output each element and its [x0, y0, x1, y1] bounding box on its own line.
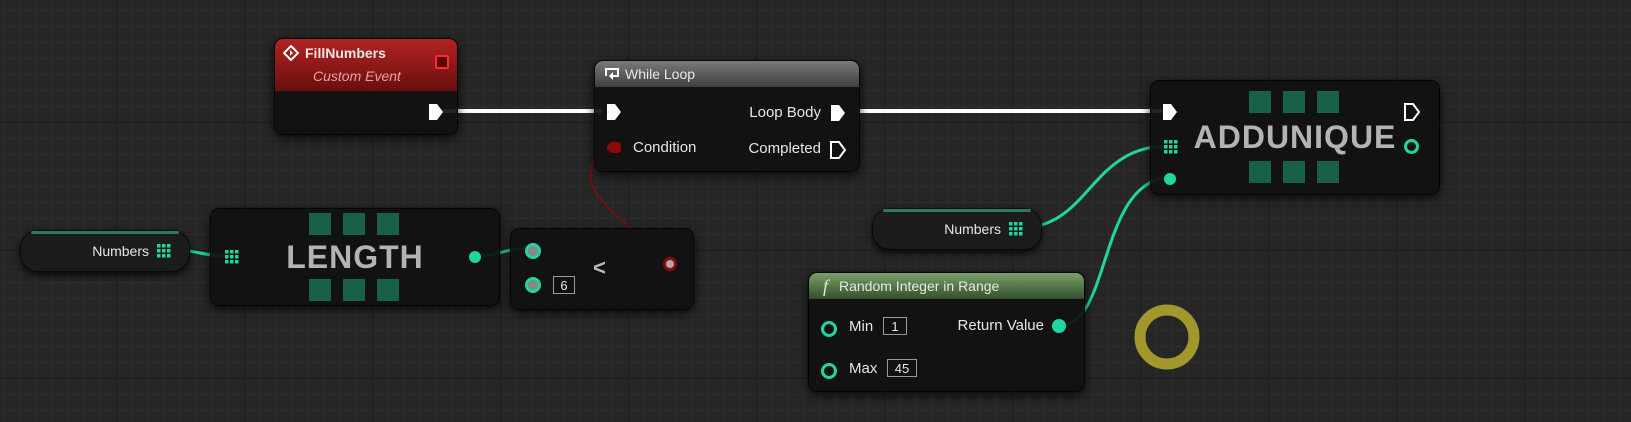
event-header: FillNumbers Custom Event [275, 39, 457, 91]
length-deco-bottom [309, 279, 399, 301]
min-in-pin[interactable] [821, 321, 837, 337]
loop-body-exec-out-pin[interactable] [829, 104, 847, 122]
length-array-in-pin[interactable] [225, 250, 239, 264]
random-integer-header: f Random Integer in Range [809, 273, 1084, 299]
addunique-item-in-pin[interactable] [1164, 173, 1176, 185]
less-operator-label: < [593, 255, 606, 280]
numbers-variable-get-right[interactable]: Numbers [872, 208, 1042, 250]
min-value-field[interactable]: 1 [883, 317, 907, 335]
length-title: LENGTH [286, 239, 424, 275]
random-integer-node[interactable]: f Random Integer in Range Min 1 Max 45 R… [808, 272, 1085, 392]
condition-pin[interactable] [607, 142, 621, 153]
return-value-label: Return Value [957, 317, 1044, 334]
numbers-variable-label: Numbers [92, 243, 149, 259]
addunique-exec-in-pin[interactable] [1161, 103, 1179, 121]
max-value-field[interactable]: 45 [887, 359, 917, 377]
addunique-title: ADDUNIQUE [1193, 119, 1397, 155]
while-loop-node[interactable]: While Loop Condition Loop Body Completed [594, 60, 860, 172]
less-than-node[interactable]: 6 < [510, 228, 694, 310]
fillnumbers-event-node[interactable]: FillNumbers Custom Event [274, 38, 458, 135]
addunique-exec-out-pin[interactable] [1403, 103, 1421, 121]
max-label: Max [849, 360, 878, 377]
event-title: FillNumbers [305, 45, 386, 61]
loop-body-label: Loop Body [749, 104, 821, 121]
numbers-variable-get-left[interactable]: Numbers [20, 230, 190, 272]
event-subtitle: Custom Event [313, 68, 401, 84]
numbers-variable-right-label: Numbers [944, 221, 1001, 237]
addunique-int-out-pin[interactable] [1404, 139, 1419, 154]
length-node[interactable]: LENGTH [210, 208, 500, 306]
less-bool-out-pin[interactable] [663, 257, 677, 271]
while-loop-title: While Loop [625, 66, 696, 82]
array-grid-icon[interactable] [1009, 222, 1023, 236]
max-in-pin[interactable] [821, 363, 837, 379]
addunique-node[interactable]: ADDUNIQUE [1150, 80, 1440, 195]
reroute-highlight[interactable] [1134, 304, 1200, 370]
length-deco-top [309, 213, 399, 235]
return-value-out-pin[interactable] [1052, 319, 1066, 333]
while-loop-header: While Loop [595, 61, 859, 87]
condition-label: Condition [633, 139, 697, 156]
completed-exec-out-pin[interactable] [829, 141, 847, 159]
addunique-deco-top [1249, 91, 1339, 113]
addunique-deco-bottom [1249, 161, 1339, 183]
less-a-in-pin[interactable] [525, 243, 541, 259]
completed-label: Completed [748, 140, 821, 157]
random-integer-title: Random Integer in Range [839, 278, 1000, 294]
function-icon: f [823, 276, 829, 296]
length-int-out-pin[interactable] [469, 251, 481, 263]
less-b-value-field[interactable]: 6 [553, 276, 575, 294]
loop-exec-in-pin[interactable] [605, 103, 623, 121]
delegate-pin-icon[interactable] [435, 55, 449, 69]
less-b-in-pin[interactable] [525, 277, 541, 293]
min-label: Min [849, 318, 874, 335]
event-exec-out-pin[interactable] [427, 103, 445, 121]
loop-icon [605, 68, 619, 80]
event-diamond-icon [283, 45, 299, 61]
addunique-array-in-pin[interactable] [1164, 140, 1178, 154]
array-grid-icon[interactable] [157, 244, 171, 258]
